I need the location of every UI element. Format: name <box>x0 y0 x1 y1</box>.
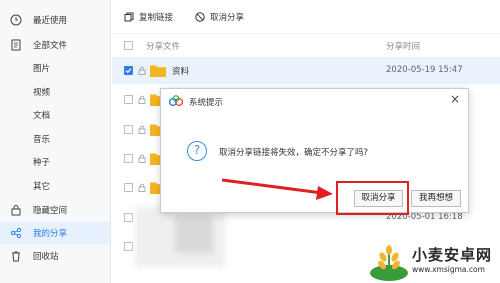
watermark: 小麦安卓网 www.xmsigma.com <box>368 240 500 283</box>
watermark-url: www.xmsigma.com <box>412 265 485 274</box>
wheat-logo-icon <box>370 245 408 281</box>
watermark-name: 小麦安卓网 <box>412 246 493 264</box>
